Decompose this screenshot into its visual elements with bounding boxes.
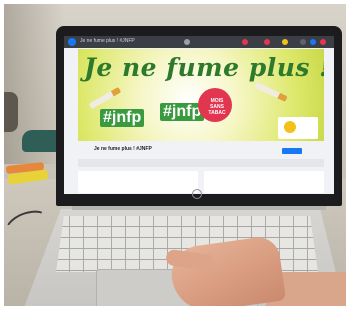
page-name: Je ne fume plus ! #JNFP xyxy=(94,146,152,152)
profile-icon xyxy=(282,39,288,45)
extension-icon-1 xyxy=(184,39,190,45)
mug xyxy=(4,92,18,132)
menu-icon-3 xyxy=(320,39,326,45)
cigarette-1 xyxy=(88,86,122,110)
facebook-logo-icon xyxy=(68,38,76,46)
extension-icon-3 xyxy=(264,39,270,45)
photo: Je ne fume plus ! #JNFP Je ne fume plus … xyxy=(4,4,346,306)
banner-title: Je ne fume plus ! xyxy=(84,53,324,82)
like-page-button[interactable] xyxy=(282,148,302,154)
laptop-lid: Je ne fume plus ! #JNFP Je ne fume plus … xyxy=(56,26,342,206)
cigarette-2 xyxy=(254,82,288,102)
sponsor-logo-icon xyxy=(284,121,296,133)
badge-text: MOIS SANS TABAC xyxy=(208,98,226,116)
post-composer[interactable] xyxy=(78,171,198,193)
hashtag-1: #jnfp xyxy=(100,109,145,127)
extension-icon-2 xyxy=(242,39,248,45)
page-tabs-row[interactable] xyxy=(78,159,324,167)
menu-icon-2 xyxy=(310,39,316,45)
browser-bar: Je ne fume plus ! #JNFP xyxy=(64,36,334,48)
menu-icon-1 xyxy=(300,39,306,45)
hp-logo-icon xyxy=(192,189,202,199)
laptop-screen: Je ne fume plus ! #JNFP Je ne fume plus … xyxy=(64,36,334,194)
tab-title: Je ne fume plus ! #JNFP xyxy=(80,38,135,44)
about-panel xyxy=(204,171,324,193)
